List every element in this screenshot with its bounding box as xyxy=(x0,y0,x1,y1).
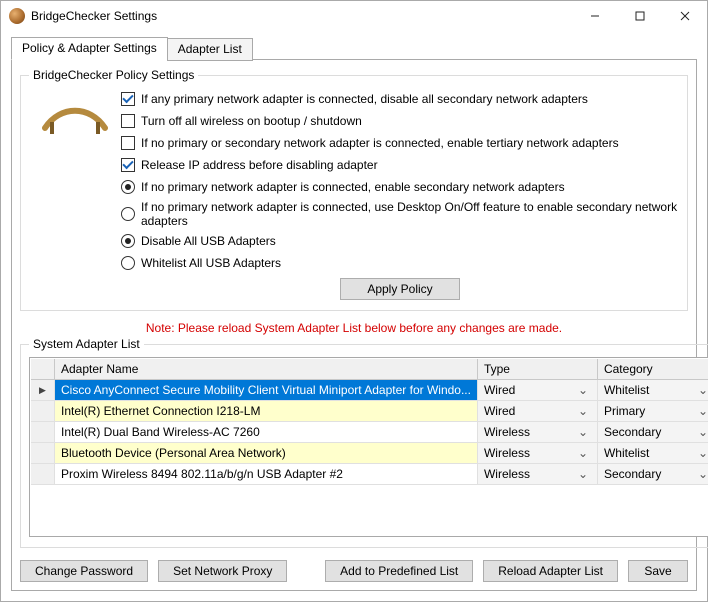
chevron-down-icon: ⌄ xyxy=(575,383,591,397)
grid-header-name[interactable]: Adapter Name xyxy=(55,359,478,380)
app-icon xyxy=(9,8,25,24)
adapter-name-cell[interactable]: Cisco AnyConnect Secure Mobility Client … xyxy=(55,380,478,401)
adapter-category-combo[interactable]: Secondary⌄ xyxy=(598,422,708,443)
radio-enable-secondary[interactable] xyxy=(121,180,135,194)
table-row[interactable]: Proxim Wireless 8494 802.11a/b/g/n USB A… xyxy=(31,464,708,485)
label-disable-secondary: If any primary network adapter is connec… xyxy=(141,92,588,106)
label-enable-tertiary: If no primary or secondary network adapt… xyxy=(141,136,619,150)
checkbox-disable-secondary[interactable] xyxy=(121,92,135,106)
maximize-button[interactable] xyxy=(617,1,662,31)
adapter-category-combo[interactable]: Whitelist⌄ xyxy=(598,380,708,401)
radio-whitelist-usb[interactable] xyxy=(121,256,135,270)
adapter-name-cell[interactable]: Proxim Wireless 8494 802.11a/b/g/n USB A… xyxy=(55,464,478,485)
policy-settings-group: BridgeChecker Policy Settings If any pri… xyxy=(20,68,688,311)
label-whitelist-usb: Whitelist All USB Adapters xyxy=(141,256,281,270)
system-adapter-list-group: System Adapter List Adapter Name Type Ca… xyxy=(20,337,708,548)
checkbox-turn-off-wireless[interactable] xyxy=(121,114,135,128)
adapter-name-cell[interactable]: Bluetooth Device (Personal Area Network) xyxy=(55,443,478,464)
add-to-predefined-list-button[interactable]: Add to Predefined List xyxy=(325,560,473,582)
adapter-name-cell[interactable]: Intel(R) Ethernet Connection I218-LM xyxy=(55,401,478,422)
chevron-down-icon: ⌄ xyxy=(575,404,591,418)
adapter-grid[interactable]: Adapter Name Type Category Cisco AnyConn… xyxy=(29,357,708,537)
save-button[interactable]: Save xyxy=(628,560,688,582)
row-handle xyxy=(31,380,55,401)
label-disable-usb: Disable All USB Adapters xyxy=(141,234,276,248)
table-row[interactable]: Intel(R) Ethernet Connection I218-LMWire… xyxy=(31,401,708,422)
adapter-type-combo[interactable]: Wired⌄ xyxy=(478,380,598,401)
chevron-down-icon: ⌄ xyxy=(575,446,591,460)
bridge-icon xyxy=(29,88,121,300)
tabstrip: Policy & Adapter Settings Adapter List xyxy=(11,37,697,60)
chevron-down-icon: ⌄ xyxy=(695,425,708,439)
checkbox-release-ip[interactable] xyxy=(121,158,135,172)
adapter-category-combo[interactable]: Primary⌄ xyxy=(598,401,708,422)
row-handle xyxy=(31,443,55,464)
policy-settings-legend: BridgeChecker Policy Settings xyxy=(29,68,198,82)
window-title: BridgeChecker Settings xyxy=(31,9,157,23)
reload-note: Note: Please reload System Adapter List … xyxy=(20,315,688,337)
close-button[interactable] xyxy=(662,1,707,31)
row-handle xyxy=(31,464,55,485)
table-row[interactable]: Cisco AnyConnect Secure Mobility Client … xyxy=(31,380,708,401)
grid-header-category[interactable]: Category xyxy=(598,359,708,380)
adapter-name-cell[interactable]: Intel(R) Dual Band Wireless-AC 7260 xyxy=(55,422,478,443)
tab-policy-adapter-settings[interactable]: Policy & Adapter Settings xyxy=(11,37,168,60)
row-handle xyxy=(31,401,55,422)
minimize-button[interactable] xyxy=(572,1,617,31)
table-row[interactable]: Bluetooth Device (Personal Area Network)… xyxy=(31,443,708,464)
tab-page: BridgeChecker Policy Settings If any pri… xyxy=(11,59,697,591)
checkbox-enable-tertiary[interactable] xyxy=(121,136,135,150)
set-network-proxy-button[interactable]: Set Network Proxy xyxy=(158,560,287,582)
tab-adapter-list[interactable]: Adapter List xyxy=(167,38,253,61)
radio-disable-usb[interactable] xyxy=(121,234,135,248)
chevron-down-icon: ⌄ xyxy=(575,425,591,439)
grid-header-handle xyxy=(31,359,55,380)
adapter-category-combo[interactable]: Whitelist⌄ xyxy=(598,443,708,464)
adapter-category-combo[interactable]: Secondary⌄ xyxy=(598,464,708,485)
adapter-type-combo[interactable]: Wireless⌄ xyxy=(478,443,598,464)
chevron-down-icon: ⌄ xyxy=(695,383,708,397)
label-turn-off-wireless: Turn off all wireless on bootup / shutdo… xyxy=(141,114,362,128)
chevron-down-icon: ⌄ xyxy=(695,467,708,481)
table-row[interactable]: Intel(R) Dual Band Wireless-AC 7260Wirel… xyxy=(31,422,708,443)
chevron-down-icon: ⌄ xyxy=(695,404,708,418)
label-enable-secondary: If no primary network adapter is connect… xyxy=(141,180,565,194)
apply-policy-button[interactable]: Apply Policy xyxy=(340,278,460,300)
adapter-type-combo[interactable]: Wired⌄ xyxy=(478,401,598,422)
adapter-type-combo[interactable]: Wireless⌄ xyxy=(478,464,598,485)
change-password-button[interactable]: Change Password xyxy=(20,560,148,582)
system-adapter-list-legend: System Adapter List xyxy=(29,337,144,351)
bottom-toolbar: Change Password Set Network Proxy Add to… xyxy=(20,552,688,582)
adapter-type-combo[interactable]: Wireless⌄ xyxy=(478,422,598,443)
row-handle xyxy=(31,422,55,443)
app-window: BridgeChecker Settings Policy & Adapter … xyxy=(0,0,708,602)
titlebar: BridgeChecker Settings xyxy=(1,1,707,31)
label-desktop-onoff: If no primary network adapter is connect… xyxy=(141,200,679,228)
chevron-down-icon: ⌄ xyxy=(695,446,708,460)
label-release-ip: Release IP address before disabling adap… xyxy=(141,158,378,172)
reload-adapter-list-button[interactable]: Reload Adapter List xyxy=(483,560,618,582)
grid-header-type[interactable]: Type xyxy=(478,359,598,380)
radio-desktop-onoff[interactable] xyxy=(121,207,135,221)
chevron-down-icon: ⌄ xyxy=(575,467,591,481)
